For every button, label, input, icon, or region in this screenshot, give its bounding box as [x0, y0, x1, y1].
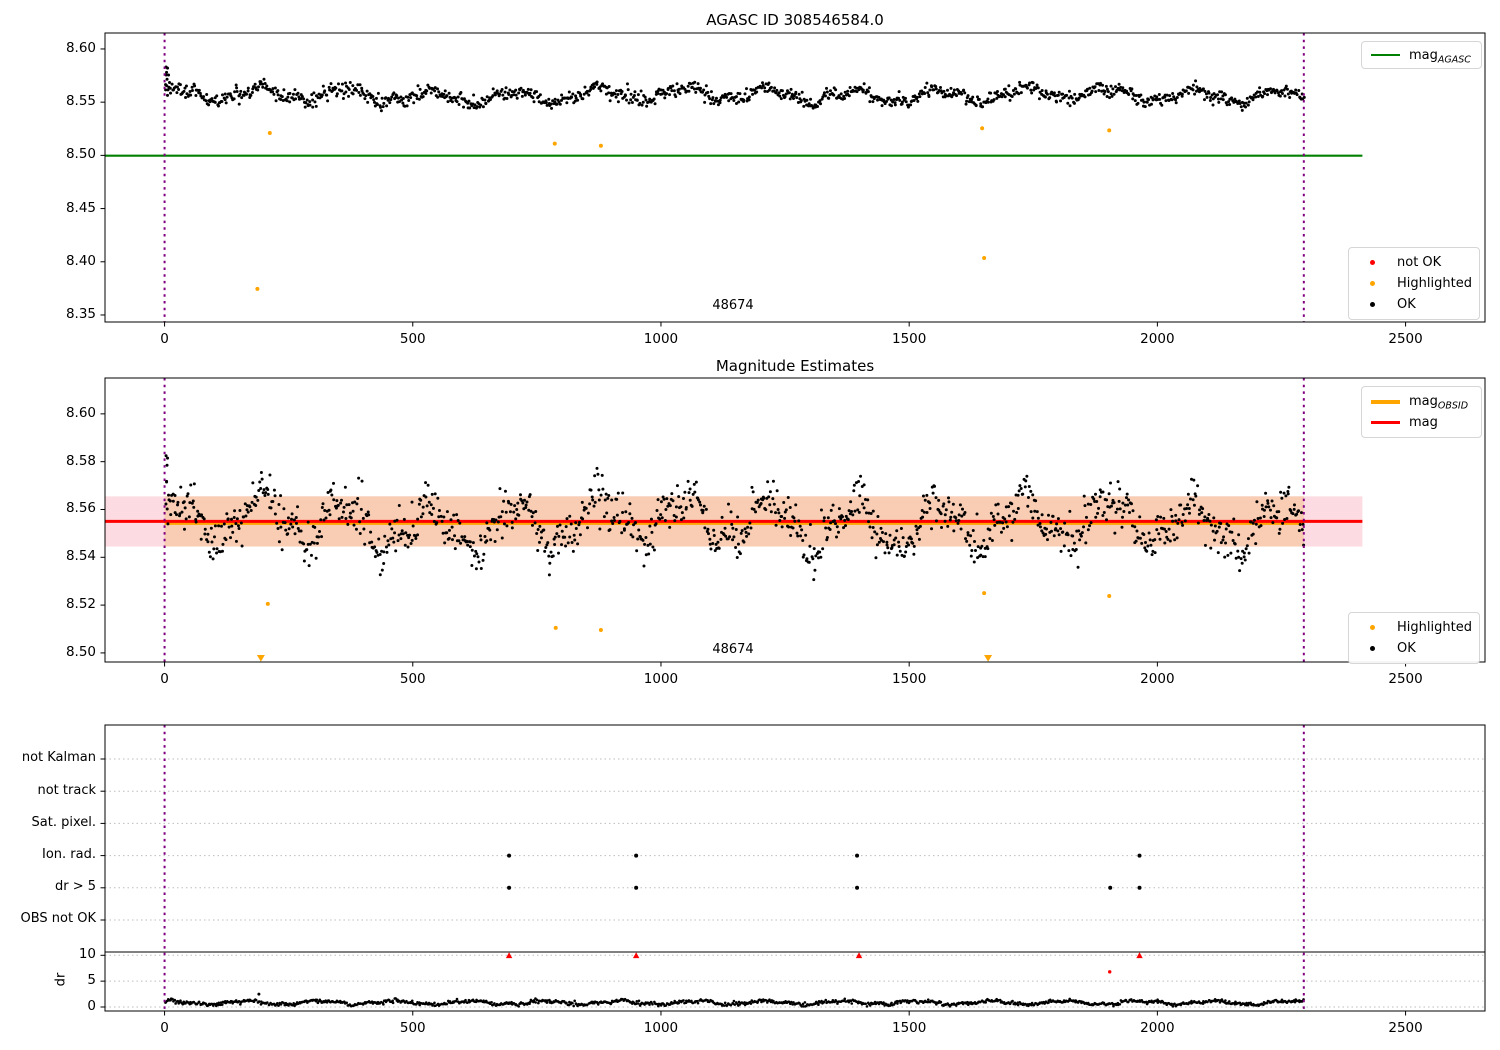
triangle-up-marker — [632, 952, 640, 959]
x-tick-label: 2000 — [1140, 1020, 1175, 1036]
highlighted-marker-sample — [1370, 281, 1375, 286]
triangle-down-marker — [256, 654, 265, 662]
y-tick-label: 8.40 — [65, 252, 96, 269]
x-tick-label: 500 — [399, 671, 426, 687]
flag-label-obs-not-ok: OBS not OK — [20, 911, 97, 926]
ok-marker-sample — [1370, 302, 1375, 307]
x-tick-label: 1000 — [643, 671, 679, 687]
flag-gridlines — [100, 758, 1485, 1008]
ok-marker-sample — [1370, 646, 1375, 651]
dr-axis-label: dr — [53, 972, 69, 987]
obsid-label-mid: 48674 — [712, 642, 754, 657]
flag-label-not-track: not track — [37, 783, 96, 798]
flag-label-not-kalman: not Kalman — [21, 750, 96, 765]
dr-tick-label: 0 — [87, 998, 96, 1014]
plot-title-magnitude-estimates: Magnitude Estimates — [715, 357, 875, 375]
y-tick-label: 8.54 — [65, 548, 96, 565]
legend-label-highlighted: Highlighted — [1397, 276, 1472, 291]
y-tick-label: 8.56 — [65, 500, 96, 517]
chart-layer — [0, 0, 1500, 1050]
highlighted-scatter — [255, 126, 1112, 291]
y-axis-ticks — [100, 413, 105, 654]
legend-mag-agasc: magAGASC — [1361, 41, 1482, 69]
legend-mag-obsid: magOBSID mag — [1361, 386, 1482, 438]
not-ok-marker-sample — [1370, 260, 1375, 265]
y-tick-label: 8.52 — [65, 596, 96, 613]
x-tick-label: 2500 — [1388, 331, 1423, 347]
plot-border — [104, 724, 1486, 1012]
x-tick-label: 1500 — [891, 671, 927, 687]
figure-canvas — [100, 32, 1486, 1016]
legend-row: magOBSID — [1371, 391, 1472, 412]
legend-row: OK — [1358, 294, 1470, 315]
y-tick-label: 8.50 — [65, 146, 96, 163]
highlighted-scatter — [265, 591, 1112, 632]
legend-label-ok: OK — [1397, 297, 1416, 312]
ok-scatter — [164, 65, 1306, 113]
figure-root: 0 500 1000 1500 2000 2500 8.35 8.40 8.45 8.50 8.55… — [0, 0, 1500, 1050]
x-tick-label: 1500 — [891, 331, 927, 347]
dr-tick-label: 5 — [87, 972, 96, 989]
legend-row: Highlighted — [1358, 273, 1472, 294]
legend-label-not-ok: not OK — [1397, 255, 1442, 270]
x-tick-label: 0 — [160, 331, 169, 347]
x-tick-label: 0 — [160, 671, 169, 687]
y-tick-label: 8.45 — [65, 199, 96, 216]
obsid-label-top: 48674 — [712, 298, 754, 313]
x-tick-label: 2000 — [1140, 331, 1175, 347]
legend-row: Highlighted — [1358, 617, 1472, 638]
dr-scatter — [164, 992, 1305, 1008]
x-axis-ticks — [164, 662, 1407, 667]
x-tick-label: 500 — [399, 331, 426, 347]
obsid-boundary-vlines — [163, 33, 1305, 322]
legend-row: OK — [1358, 638, 1470, 659]
legend-row: mag — [1371, 412, 1472, 433]
legend-label-mag: mag — [1409, 415, 1438, 430]
x-tick-label: 500 — [399, 1020, 426, 1036]
y-tick-label: 8.50 — [65, 643, 96, 660]
red-line-sample — [1371, 421, 1400, 424]
flag-label-dr-gt-5: dr > 5 — [54, 879, 96, 894]
highlighted-marker-sample — [1370, 625, 1375, 630]
flag-label-sat-pixel: Sat. pixel. — [31, 815, 96, 830]
y-tick-label: 8.58 — [65, 452, 96, 469]
triangle-up-marker — [1136, 952, 1143, 959]
triangle-down-marker — [984, 654, 993, 662]
plot-border — [104, 32, 1486, 323]
legend-row: magAGASC — [1371, 46, 1472, 64]
flag-label-ion-rad: Ion. rad. — [42, 847, 96, 862]
x-tick-label: 2000 — [1140, 671, 1175, 687]
y-tick-label: 8.35 — [65, 305, 96, 322]
y-axis-ticks — [100, 48, 105, 316]
x-tick-label: 1000 — [643, 1020, 679, 1036]
legend-top-markers: not OK Highlighted OK — [1348, 247, 1480, 320]
legend-row: not OK — [1358, 252, 1470, 273]
y-tick-label: 8.55 — [65, 93, 96, 110]
orange-line-sample — [1371, 399, 1400, 404]
green-line-sample — [1371, 53, 1400, 57]
legend-label-highlighted: Highlighted — [1397, 620, 1472, 635]
x-tick-label: 1000 — [643, 331, 679, 347]
x-tick-label: 2500 — [1388, 671, 1423, 687]
legend-label-mag-agasc: magAGASC — [1409, 47, 1471, 66]
dr-tick-label: 10 — [78, 946, 96, 963]
legend-mid-markers: Highlighted OK — [1348, 612, 1480, 664]
flag-event-points — [507, 853, 1142, 890]
x-tick-label: 2500 — [1388, 1020, 1423, 1036]
legend-label-ok: OK — [1397, 641, 1416, 656]
x-axis-ticks — [164, 1011, 1407, 1016]
plot-title-agasc: AGASC ID 308546584.0 — [706, 11, 884, 29]
legend-label-mag-obsid: magOBSID — [1409, 394, 1469, 412]
obsid-boundary-vlines — [163, 725, 1305, 1011]
y-tick-label: 8.60 — [65, 404, 96, 421]
x-tick-label: 0 — [160, 1020, 169, 1036]
y-tick-label: 8.60 — [65, 39, 96, 56]
x-axis-ticks — [164, 322, 1407, 327]
x-tick-label: 1500 — [891, 1020, 927, 1036]
below-range-markers — [256, 654, 993, 662]
